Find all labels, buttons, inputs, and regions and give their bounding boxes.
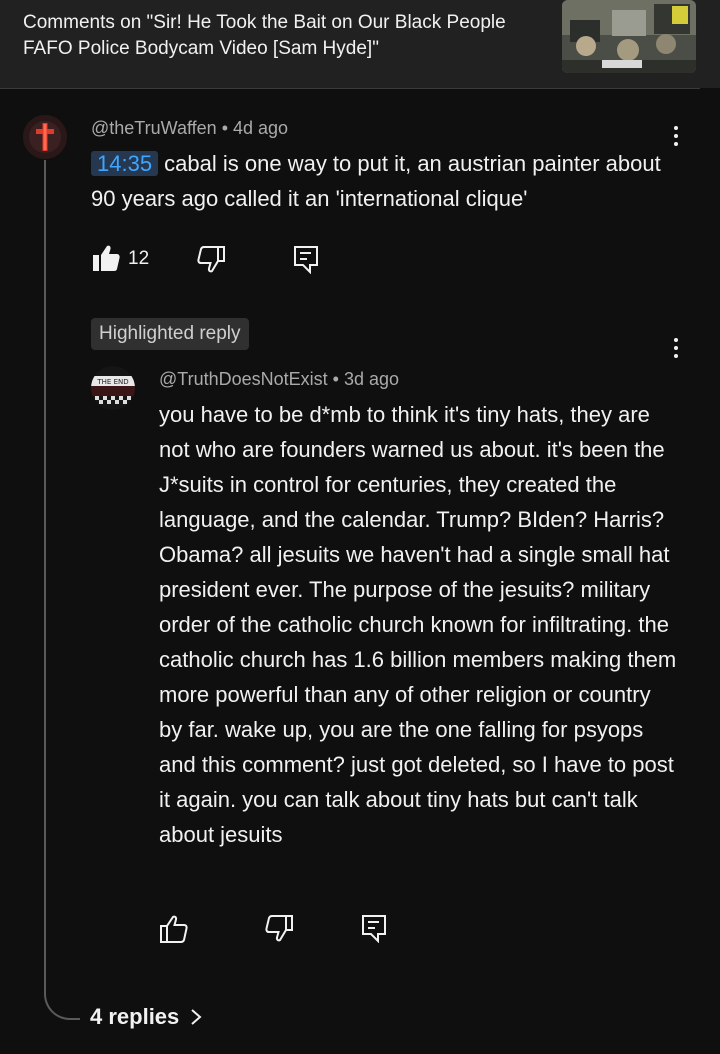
timestamp-link[interactable]: 14:35 bbox=[91, 151, 159, 176]
thumbs-up-filled-icon[interactable] bbox=[91, 243, 121, 273]
comments-title: Comments on "Sir! He Took the Bait on Ou… bbox=[23, 12, 506, 59]
meta-separator: • bbox=[221, 118, 233, 138]
thumbs-down-icon[interactable] bbox=[264, 914, 294, 944]
cross-avatar-icon bbox=[23, 115, 67, 159]
comments-header: Comments on "Sir! He Took the Bait on Ou… bbox=[0, 0, 720, 88]
highlighted-reply-chip: Highlighted reply bbox=[91, 318, 249, 350]
comment-text: 14:35 cabal is one way to put it, an aus… bbox=[91, 146, 671, 216]
reply-time: 3d ago bbox=[343, 369, 400, 389]
comment-meta: @theTruWaffen • 4d ago bbox=[91, 118, 288, 139]
reply-meta: @TruthDoesNotExist • 3d ago bbox=[159, 369, 399, 390]
reply-icon[interactable] bbox=[360, 913, 390, 944]
more-vert-icon[interactable] bbox=[668, 333, 684, 363]
thread-line bbox=[44, 160, 80, 1020]
video-thumbnail[interactable] bbox=[562, 0, 696, 73]
avatar[interactable] bbox=[23, 115, 67, 159]
like-count: 12 bbox=[128, 248, 150, 269]
thumbs-down-icon[interactable] bbox=[196, 245, 226, 275]
reply-text: you have to be d*mb to think it's tiny h… bbox=[159, 402, 677, 847]
comment-author[interactable]: @theTruWaffen bbox=[91, 118, 217, 138]
header-divider bbox=[0, 88, 700, 89]
avatar-text: THE END bbox=[96, 378, 128, 386]
reply-icon[interactable] bbox=[292, 244, 322, 275]
the-end-avatar-icon: THE END bbox=[91, 366, 135, 410]
view-replies-button[interactable]: 4 replies bbox=[90, 1004, 203, 1030]
thumbs-up-icon[interactable] bbox=[159, 914, 189, 944]
comment-body: cabal is one way to put it, an austrian … bbox=[91, 151, 661, 211]
chevron-right-icon bbox=[191, 1009, 202, 1025]
avatar[interactable]: THE END bbox=[91, 366, 135, 410]
reply-author[interactable]: @TruthDoesNotExist bbox=[159, 369, 328, 389]
replies-label: 4 replies bbox=[90, 1004, 180, 1029]
meta-separator: • bbox=[332, 369, 344, 389]
comment-time: 4d ago bbox=[233, 118, 289, 138]
video-thumbnail-image bbox=[562, 0, 696, 73]
more-vert-icon[interactable] bbox=[668, 121, 684, 151]
